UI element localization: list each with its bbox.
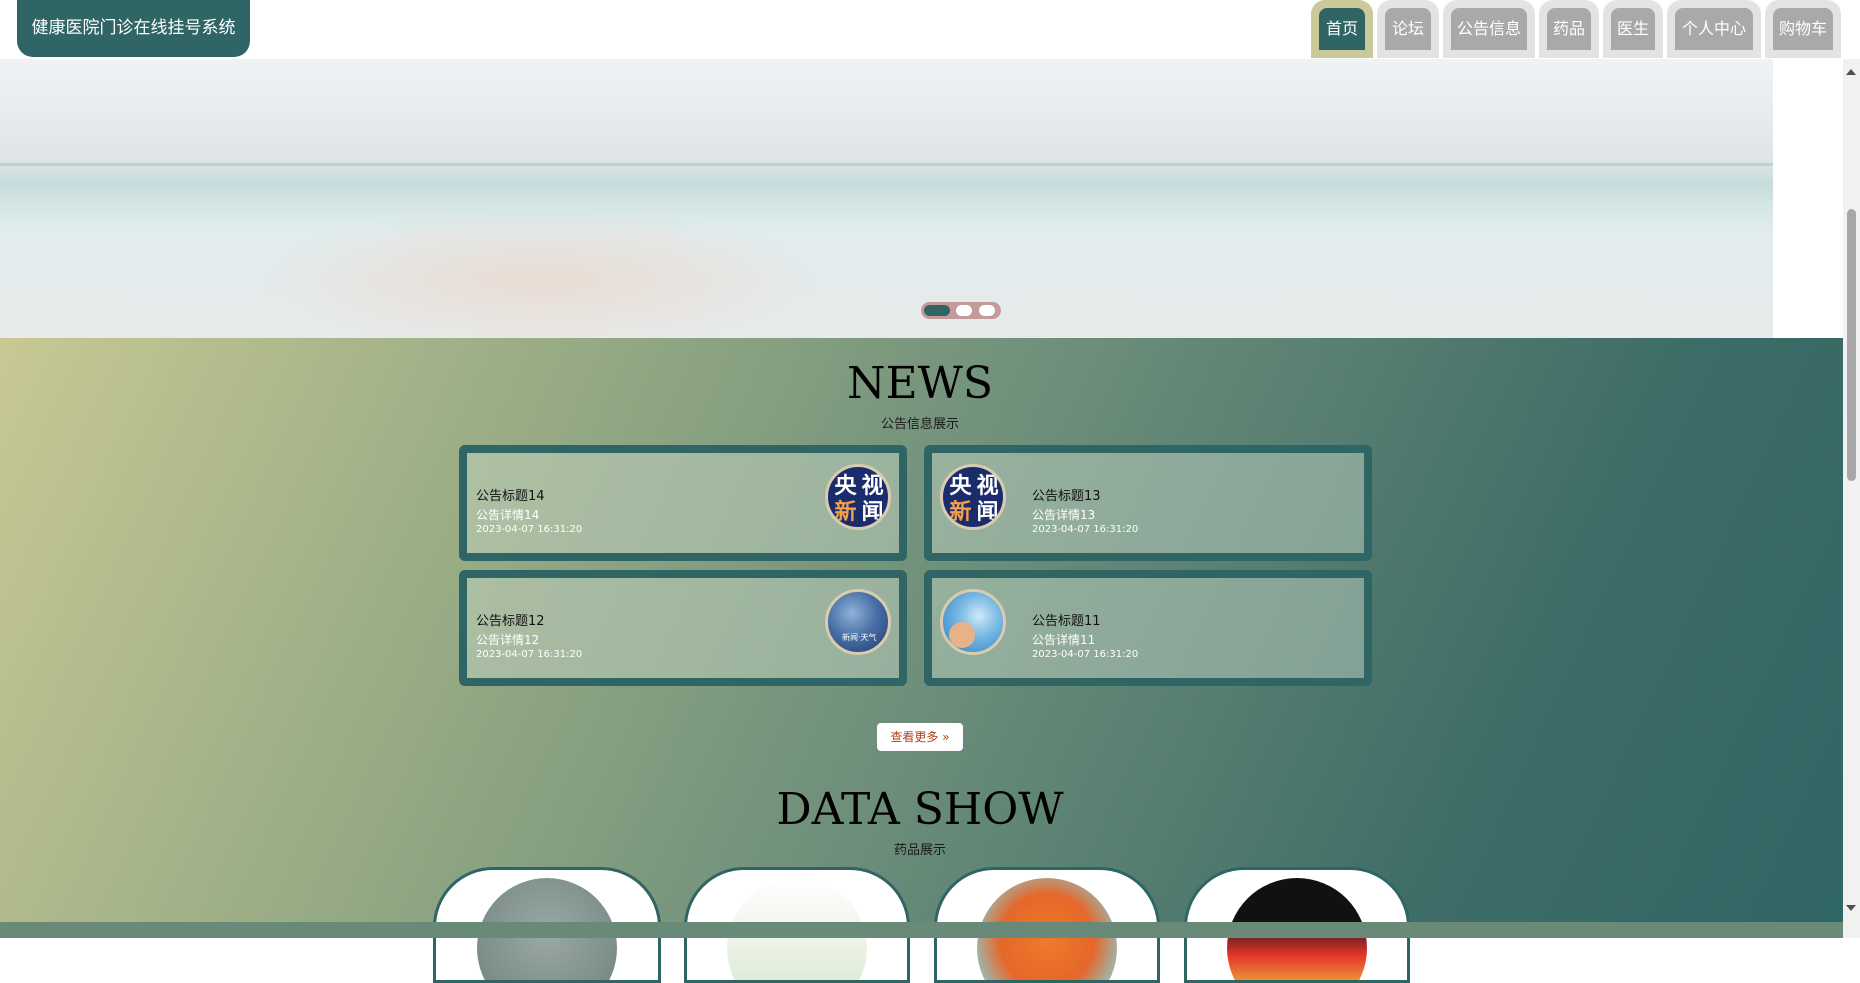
cctv-glyph: 闻 [976,500,999,525]
cctv-glyph: 央 [834,474,857,499]
news-card-title: 公告标题14 [476,489,545,504]
news-card-detail: 公告详情11 [1032,633,1096,647]
news-card-detail: 公告详情14 [476,508,540,522]
nav-item-cart[interactable]: 购物车 [1773,8,1833,50]
banner-figure [260,209,820,338]
news-card-title: 公告标题13 [1032,489,1101,504]
nav-item-notice[interactable]: 公告信息 [1451,8,1527,50]
cctv-glyph: 闻 [861,500,884,525]
news-card-title: 公告标题11 [1032,614,1101,629]
news-card-time: 2023-04-07 16:31:20 [1032,524,1139,535]
news-card-14[interactable]: 公告标题14 公告详情14 2023-04-07 16:31:20 央 视 新 … [459,445,907,561]
news-subtitle: 公告信息展示 [880,417,959,432]
news-card-13[interactable]: 央 视 新 闻 公告标题13 公告详情13 2023-04-07 16:31:2… [924,445,1372,561]
news-title: NEWS [847,358,993,409]
nav-item-profile-wrap: 个人中心 [1667,0,1761,58]
banner-horizon [0,163,1773,166]
news-card-detail: 公告详情13 [1032,508,1096,522]
cctv-glyph: 视 [861,474,884,499]
news-card-time: 2023-04-07 16:31:20 [476,649,583,660]
carousel-dot-1[interactable] [924,305,950,316]
nav-item-forum[interactable]: 论坛 [1385,8,1431,50]
news-card-time: 2023-04-07 16:31:20 [476,524,583,535]
nav-item-doctor-wrap: 医生 [1603,0,1663,58]
scrollbar-thumb[interactable] [1847,209,1856,481]
cctv-glyph: 央 [949,474,972,499]
cctv-glyph: 新 [949,500,972,525]
news-card-12[interactable]: 公告标题12 公告详情12 2023-04-07 16:31:20 新闻·天气 [459,570,907,686]
news-card-time: 2023-04-07 16:31:20 [1032,649,1139,660]
cctv-news-logo-icon: 央 视 新 闻 [825,464,891,530]
weather-logo-label: 新闻·天气 [842,633,877,642]
sea-news-image-icon [940,589,1006,655]
sea-figure [949,622,975,648]
scroll-up-icon[interactable] [1846,69,1856,75]
site-title[interactable]: 健康医院门诊在线挂号系统 [17,0,250,57]
cctv-glyph: 新 [834,500,857,525]
weather-news-logo-icon: 新闻·天气 [825,589,891,655]
nav-item-profile[interactable]: 个人中心 [1675,8,1753,50]
vertical-scrollbar[interactable] [1843,59,1860,938]
data-show-title: DATA SHOW [776,784,1064,835]
carousel-indicators [921,302,1001,319]
cctv-news-logo-icon: 央 视 新 闻 [940,464,1006,530]
news-card-title: 公告标题12 [476,614,545,629]
view-more-button[interactable]: 查看更多 » [877,723,963,751]
nav-item-notice-wrap: 公告信息 [1443,0,1535,58]
top-bar: 健康医院门诊在线挂号系统 首页 论坛 公告信息 药品 医生 个人中心 购物车 [0,0,1860,59]
carousel-dot-2[interactable] [956,305,972,316]
nav-item-medicine[interactable]: 药品 [1547,8,1591,50]
nav-item-medicine-wrap: 药品 [1539,0,1599,58]
data-show-subtitle: 药品展示 [893,843,946,858]
nav-item-doctor[interactable]: 医生 [1611,8,1655,50]
bottom-strip [0,922,1843,938]
carousel-dot-3[interactable] [979,305,995,316]
news-card-detail: 公告详情12 [476,633,540,647]
nav-item-home[interactable]: 首页 [1319,8,1365,50]
nav-item-cart-wrap: 购物车 [1765,0,1841,58]
scroll-down-icon[interactable] [1846,905,1856,911]
hero-banner[interactable] [0,59,1773,338]
cctv-glyph: 视 [976,474,999,499]
nav-item-home-wrap: 首页 [1311,0,1373,58]
news-card-11[interactable]: 公告标题11 公告详情11 2023-04-07 16:31:20 [924,570,1372,686]
nav-item-forum-wrap: 论坛 [1377,0,1439,58]
